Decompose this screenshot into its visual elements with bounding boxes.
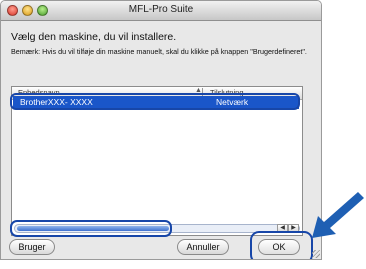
cancel-button[interactable]: Annuller: [177, 239, 229, 255]
device-table: Enhedsnavn ▲ Tilslutning BrotherXXX- XXX…: [10, 86, 303, 237]
installer-window: MFL-Pro Suite Vælg den maskine, du vil i…: [0, 0, 322, 260]
custom-button[interactable]: Bruger: [9, 239, 55, 255]
pointer-arrow-icon: [312, 192, 364, 238]
row-highlight-outline: [10, 93, 300, 110]
title-bar[interactable]: MFL-Pro Suite: [1, 1, 321, 21]
scrollbar-highlight-outline: [10, 220, 172, 237]
ok-highlight-outline: [250, 231, 313, 259]
resize-grip-icon[interactable]: [312, 250, 320, 258]
page-heading: Vælg den maskine, du vil installere.: [11, 31, 177, 43]
window-title: MFL-Pro Suite: [128, 4, 194, 15]
instruction-note: Bemærk: Hvis du vil tilføje din maskine …: [11, 47, 307, 56]
